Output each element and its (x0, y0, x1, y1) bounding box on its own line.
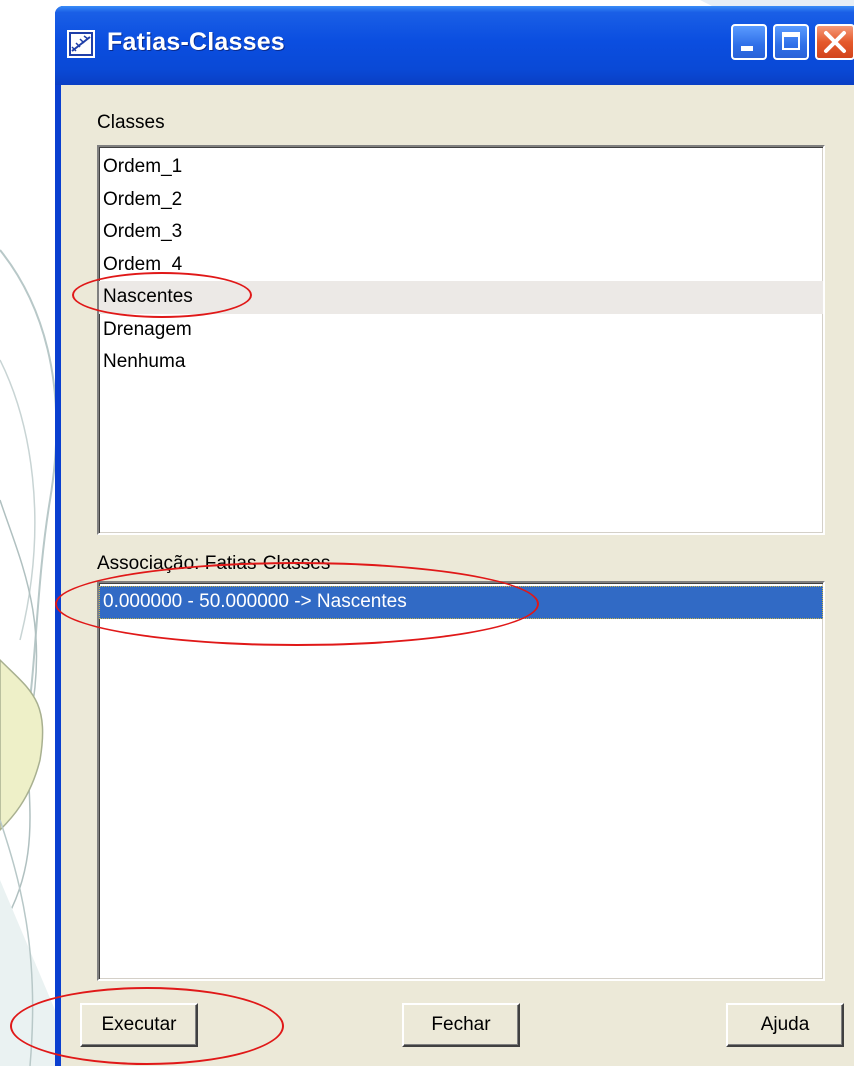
class-item[interactable]: Nascentes (99, 281, 823, 314)
association-label-text: Associação: Fatias-Classes (97, 553, 331, 574)
classes-label-text: Classes (97, 112, 165, 133)
class-item[interactable]: Ordem_1 (99, 151, 823, 184)
close-window-button[interactable] (815, 24, 854, 60)
title-bar[interactable]: Fatias-Classes (55, 6, 854, 85)
class-item[interactable]: Ordem_2 (99, 184, 823, 217)
classes-listbox[interactable]: Ordem_1 Ordem_2 Ordem_3 Ordem_4 Nascentes Dre… (97, 145, 825, 535)
maximize-button[interactable] (773, 24, 809, 60)
fatias-classes-dialog: Fatias-Classes Classes Ordem_1 Ordem_2 Ord… (55, 6, 854, 1066)
close-button[interactable]: Fechar (402, 1003, 520, 1047)
class-item[interactable]: Ordem_4 (99, 249, 823, 282)
classes-label: Classes (97, 112, 165, 134)
association-label: Associação: Fatias-Classes (97, 553, 330, 575)
dialog-body: Classes Ordem_1 Ordem_2 Ordem_3 Ordem_4 Nasc… (61, 85, 854, 1066)
minimize-button[interactable] (731, 24, 767, 60)
class-item[interactable]: Ordem_3 (99, 216, 823, 249)
execute-button[interactable]: Executar (80, 1003, 198, 1047)
class-item[interactable]: Drenagem (99, 314, 823, 347)
close-icon (824, 31, 846, 53)
class-item[interactable]: Nenhuma (99, 346, 823, 379)
association-listbox[interactable]: 0.000000 - 50.000000 -> Nascentes (97, 581, 825, 981)
association-item[interactable]: 0.000000 - 50.000000 -> Nascentes (99, 586, 823, 619)
window-title: Fatias-Classes (107, 28, 285, 56)
app-icon (67, 30, 95, 58)
help-button[interactable]: Ajuda (726, 1003, 844, 1047)
